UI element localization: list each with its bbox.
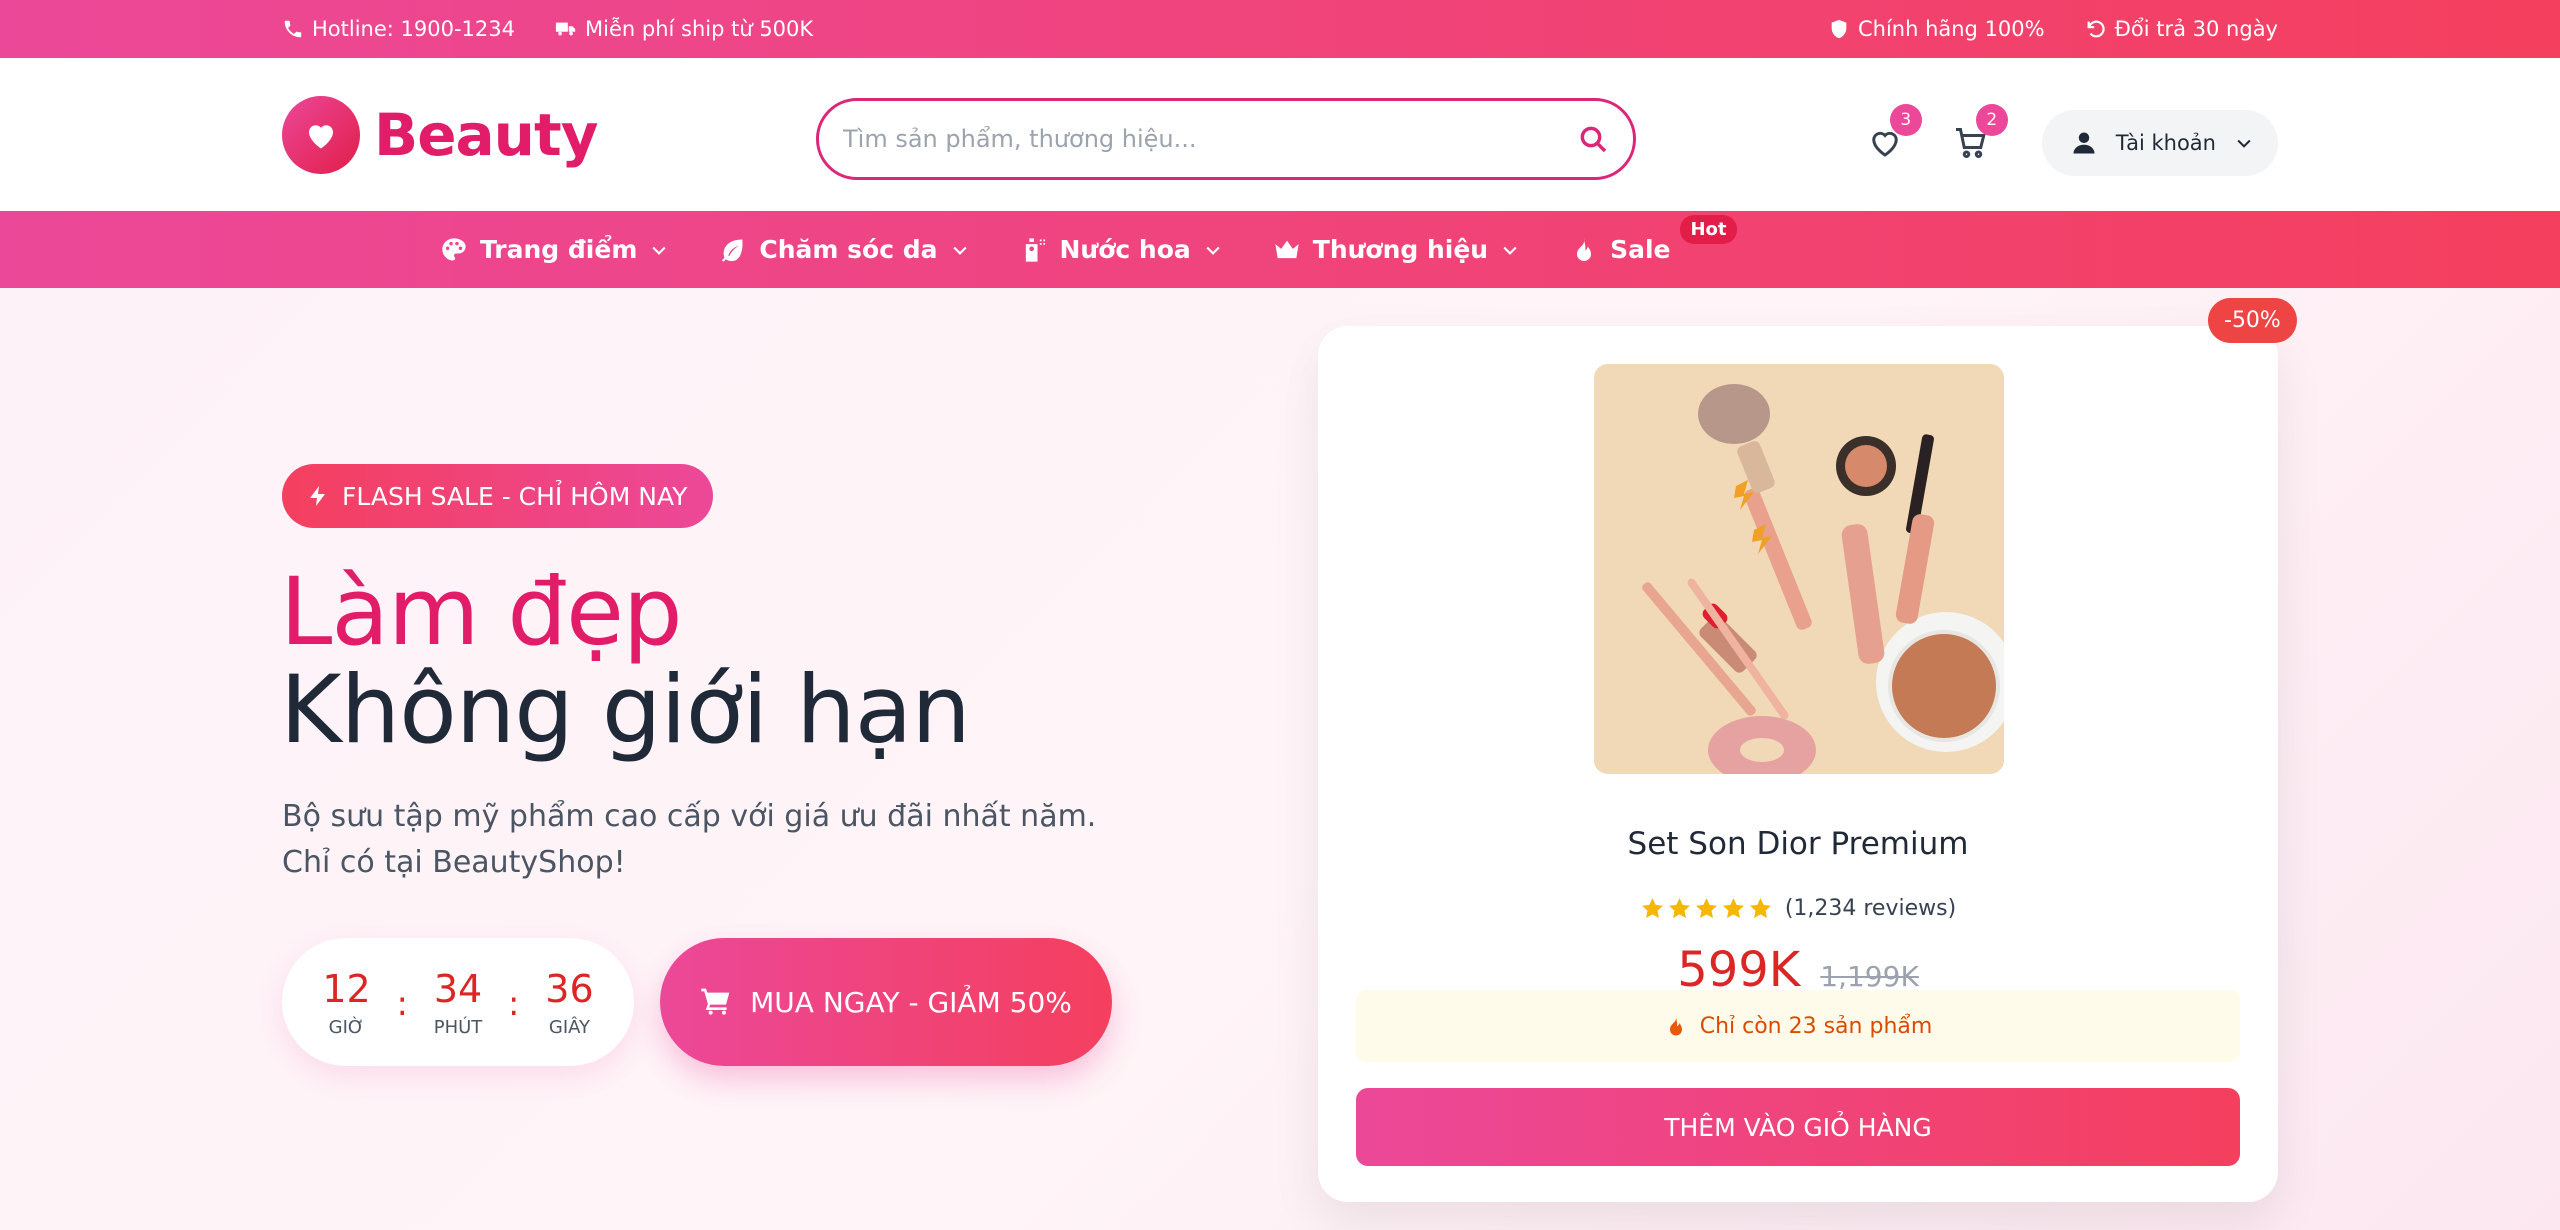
buy-now-label: MUA NGAY - GIẢM 50% — [750, 985, 1072, 1019]
cart-icon — [701, 988, 730, 1015]
logo-text: Beauty — [374, 100, 599, 169]
minutes-label: PHÚT — [433, 1016, 483, 1038]
leaf-icon — [722, 239, 743, 262]
seconds-value: 36 — [545, 966, 594, 1011]
chevron-down-icon — [652, 246, 666, 255]
product-card: Set Son Dior Premium (1,234 reviews) 599… — [1318, 326, 2278, 1202]
hero-subtitle-line1: Bộ sưu tập mỹ phẩm cao cấp với giá ưu đã… — [282, 799, 1097, 834]
makeup-set-illustration — [1594, 364, 2004, 774]
flash-sale-text: FLASH SALE - CHỈ HÔM NAY — [342, 481, 688, 511]
hours-value: 12 — [322, 966, 371, 1011]
nav-item-makeup[interactable]: Trang điểm — [440, 235, 669, 264]
star-icon — [1749, 898, 1771, 918]
countdown-timer: 12 GIỜ : 34 PHÚT : 36 GIÂY — [282, 938, 634, 1066]
star-icon — [1641, 898, 1663, 918]
chevron-down-icon — [1503, 246, 1517, 255]
product-image[interactable] — [1594, 364, 2004, 774]
buy-now-button[interactable]: MUA NGAY - GIẢM 50% — [660, 938, 1112, 1066]
authentic-text: Chính hãng 100% — [1857, 17, 2045, 41]
product-rating: (1,234 reviews) — [1318, 896, 2278, 921]
seconds-label: GIÂY — [548, 1016, 591, 1038]
hero-section: FLASH SALE - CHỈ HÔM NAY Làm đẹp Không g… — [0, 288, 2560, 1230]
review-count[interactable]: (1,234 reviews) — [1785, 896, 1956, 921]
user-icon — [2073, 132, 2095, 154]
star-icon — [1695, 898, 1717, 918]
undo-icon — [2087, 20, 2105, 38]
search-icon[interactable] — [1577, 123, 1609, 155]
discount-badge: -50% — [2208, 298, 2297, 343]
hours-label: GIỜ — [328, 1016, 365, 1038]
stock-notice: Chỉ còn 23 sản phẩm — [1356, 990, 2240, 1062]
chevron-down-icon — [2237, 139, 2251, 148]
header-actions: 3 2 Tài khoản — [1860, 104, 2278, 176]
flash-sale-badge: FLASH SALE - CHỈ HÔM NAY — [282, 464, 714, 528]
product-name[interactable]: Set Son Dior Premium — [1318, 826, 2278, 862]
nav-label: Nước hoa — [1059, 235, 1191, 264]
hero-subtitle: Bộ sưu tập mỹ phẩm cao cấp với giá ưu đã… — [282, 794, 1096, 886]
hero-subtitle-line2: Chỉ có tại BeautyShop! — [282, 845, 626, 880]
nav-label: Trang điểm — [480, 235, 638, 264]
shield-icon — [1831, 19, 1847, 39]
perfume-icon — [1025, 237, 1045, 262]
heart-icon — [309, 124, 333, 148]
cart-button[interactable]: 2 — [1946, 104, 2008, 168]
topbar-left: Hotline: 1900-1234 Miễn phí ship từ 500K — [282, 17, 813, 41]
topbar-right: Chính hãng 100% Đổi trả 30 ngày — [1828, 17, 2278, 41]
chevron-down-icon — [952, 246, 967, 255]
wishlist-button[interactable]: 3 — [1860, 104, 1922, 168]
countdown-separator: : — [508, 984, 520, 1024]
nav-item-brands[interactable]: Thương hiệu — [1273, 235, 1520, 264]
palette-icon — [442, 237, 466, 260]
star-rating — [1640, 896, 1773, 921]
hotline-text: Hotline: 1900-1234 — [312, 17, 515, 41]
shipping-text: Miễn phí ship từ 500K — [585, 17, 814, 41]
returns-item: Đổi trả 30 ngày — [2085, 17, 2278, 41]
chevron-down-icon — [1206, 246, 1220, 255]
logo[interactable]: Beauty — [282, 95, 599, 174]
minutes-value: 34 — [433, 966, 483, 1011]
account-button[interactable]: Tài khoản — [2041, 110, 2278, 176]
star-icon — [1722, 898, 1744, 918]
nav-item-sale[interactable]: Sale Hot — [1570, 215, 1737, 264]
wishlist-count-badge: 3 — [1889, 104, 1922, 136]
hero-title-line2: Không giới hạn — [280, 656, 971, 765]
nav-label: Thương hiệu — [1312, 235, 1489, 264]
bolt-icon — [310, 486, 325, 506]
countdown-separator: : — [396, 984, 408, 1024]
countdown-minutes: 34 PHÚT — [426, 967, 490, 1038]
nav-label: Chăm sóc da — [759, 235, 938, 264]
nav-item-perfume[interactable]: Nước hoa — [1020, 235, 1223, 264]
truck-icon — [555, 22, 576, 36]
hotline-item[interactable]: Hotline: 1900-1234 — [282, 17, 515, 41]
main-header: Beauty 3 2 Tài khoản — [0, 58, 2560, 211]
stock-text: Chỉ còn 23 sản phẩm — [1699, 1013, 1933, 1039]
countdown-hours: 12 GIỜ — [315, 967, 379, 1038]
cart-count-badge: 2 — [1975, 104, 2008, 136]
add-to-cart-button[interactable]: THÊM VÀO GIỎ HÀNG — [1356, 1088, 2240, 1166]
nav-label: Sale — [1610, 235, 1671, 264]
star-icon — [1668, 898, 1690, 918]
account-label: Tài khoản — [2115, 131, 2216, 155]
hero-title-line1: Làm đẹp — [280, 558, 683, 667]
crown-icon — [1275, 240, 1299, 258]
category-nav: Trang điểm Chăm sóc da Nước hoa Thương h… — [0, 211, 2560, 288]
returns-text: Đổi trả 30 ngày — [2114, 17, 2278, 41]
top-announcement-bar: Hotline: 1900-1234 Miễn phí ship từ 500K… — [0, 0, 2560, 58]
fire-icon — [1577, 237, 1592, 261]
logo-badge — [282, 95, 360, 174]
search-input[interactable] — [843, 125, 1577, 153]
fire-icon — [1669, 1016, 1682, 1036]
price-original: 1,199K — [1820, 960, 1919, 993]
shipping-item: Miễn phí ship từ 500K — [555, 17, 813, 41]
hot-badge: Hot — [1680, 215, 1737, 244]
nav-item-skincare[interactable]: Chăm sóc da — [719, 235, 969, 264]
phone-icon — [284, 20, 302, 38]
authentic-item: Chính hãng 100% — [1828, 17, 2045, 41]
countdown-seconds: 36 GIÂY — [537, 967, 601, 1038]
search-bar — [816, 98, 1636, 180]
